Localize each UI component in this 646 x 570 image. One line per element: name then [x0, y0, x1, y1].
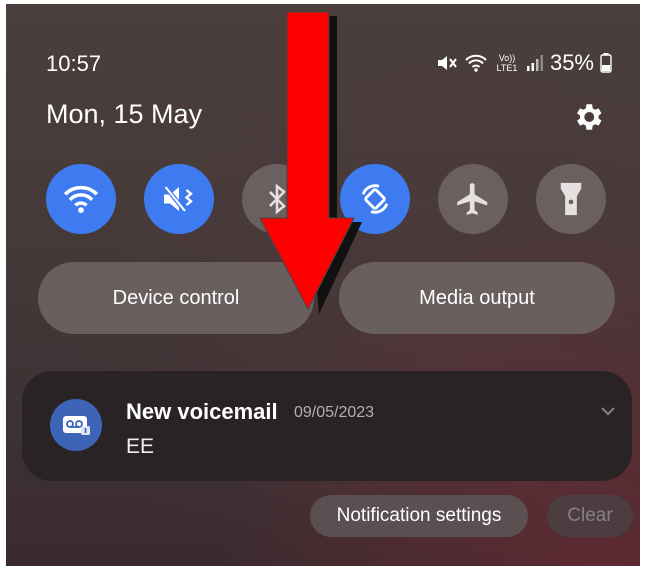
notification-settings-button[interactable]: Notification settings [310, 495, 528, 537]
notification-date: 09/05/2023 [294, 404, 375, 421]
volte-label: Vo)) LTE1 [496, 53, 518, 73]
flashlight-icon [560, 182, 582, 216]
flashlight-toggle[interactable] [536, 164, 606, 234]
media-output-label: Media output [419, 286, 535, 309]
notification-body: EE [126, 435, 155, 458]
battery-icon [600, 53, 612, 73]
signal-icon [526, 55, 543, 71]
battery-percent: 35% [549, 50, 594, 75]
voicemail-notification[interactable]: New voicemail 09/05/2023 EE [22, 371, 632, 481]
status-icons: Vo)) LTE1 35% [436, 50, 612, 76]
mute-icon [437, 56, 457, 70]
wifi-toggle[interactable] [46, 164, 116, 234]
notification-shade: 10:57 Vo)) LTE1 35% Mon, 15 May Device c… [6, 4, 640, 566]
date-label: Mon, 15 May [46, 99, 203, 129]
airplane-icon [457, 183, 488, 215]
device-control-label: Device control [112, 286, 240, 309]
clear-label: Clear [567, 505, 613, 526]
notification-settings-label: Notification settings [336, 505, 502, 526]
airplane-toggle[interactable] [438, 164, 508, 234]
wifi-status-icon [465, 54, 487, 72]
clear-button[interactable]: Clear [547, 495, 633, 537]
media-output-button[interactable]: Media output [339, 262, 615, 334]
voicemail-app-icon [50, 399, 102, 451]
voicemail-icon [63, 416, 90, 435]
notification-title: New voicemail [126, 399, 278, 424]
red-arrow-annotation [259, 11, 362, 314]
gear-icon[interactable] [571, 100, 605, 134]
wifi-icon [63, 185, 99, 213]
chevron-down-icon[interactable] [600, 405, 616, 417]
vibrate-toggle[interactable] [144, 164, 214, 234]
status-time: 10:57 [46, 51, 102, 76]
vibrate-icon [163, 185, 193, 213]
